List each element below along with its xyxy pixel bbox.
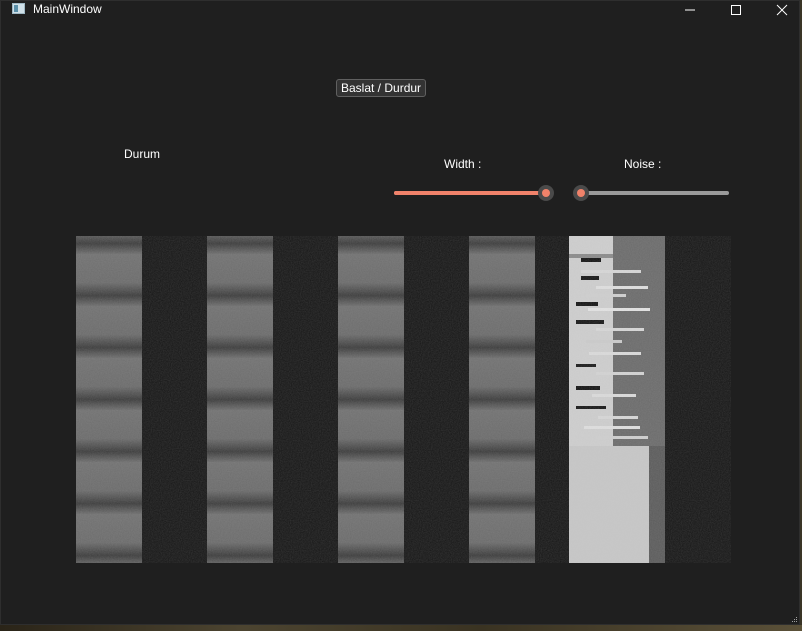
width-slider-handle[interactable] bbox=[538, 185, 554, 201]
noise-slider-groove bbox=[581, 191, 729, 195]
width-slider-fill bbox=[394, 191, 546, 195]
title-bar[interactable]: MainWindow bbox=[1, 1, 799, 19]
main-window: MainWindow Baslat / Durdur Durum Width :… bbox=[0, 0, 800, 625]
desktop-background bbox=[0, 625, 802, 631]
width-slider[interactable] bbox=[394, 185, 554, 201]
maximize-button[interactable] bbox=[713, 1, 759, 19]
maximize-icon bbox=[731, 5, 741, 15]
noise-slider[interactable] bbox=[573, 185, 729, 201]
start-stop-button[interactable]: Baslat / Durdur bbox=[336, 79, 427, 97]
window-title: MainWindow bbox=[33, 2, 102, 16]
app-icon bbox=[12, 3, 25, 14]
close-button[interactable] bbox=[759, 1, 802, 19]
noise-label: Noise : bbox=[624, 157, 662, 171]
minimize-icon bbox=[685, 9, 695, 11]
size-grip-icon[interactable] bbox=[790, 615, 798, 623]
minimize-button[interactable] bbox=[667, 1, 713, 19]
image-display bbox=[76, 236, 731, 563]
status-label: Durum bbox=[124, 147, 161, 161]
width-label: Width : bbox=[444, 157, 482, 171]
noise-slider-handle[interactable] bbox=[573, 185, 589, 201]
close-icon bbox=[776, 4, 788, 16]
